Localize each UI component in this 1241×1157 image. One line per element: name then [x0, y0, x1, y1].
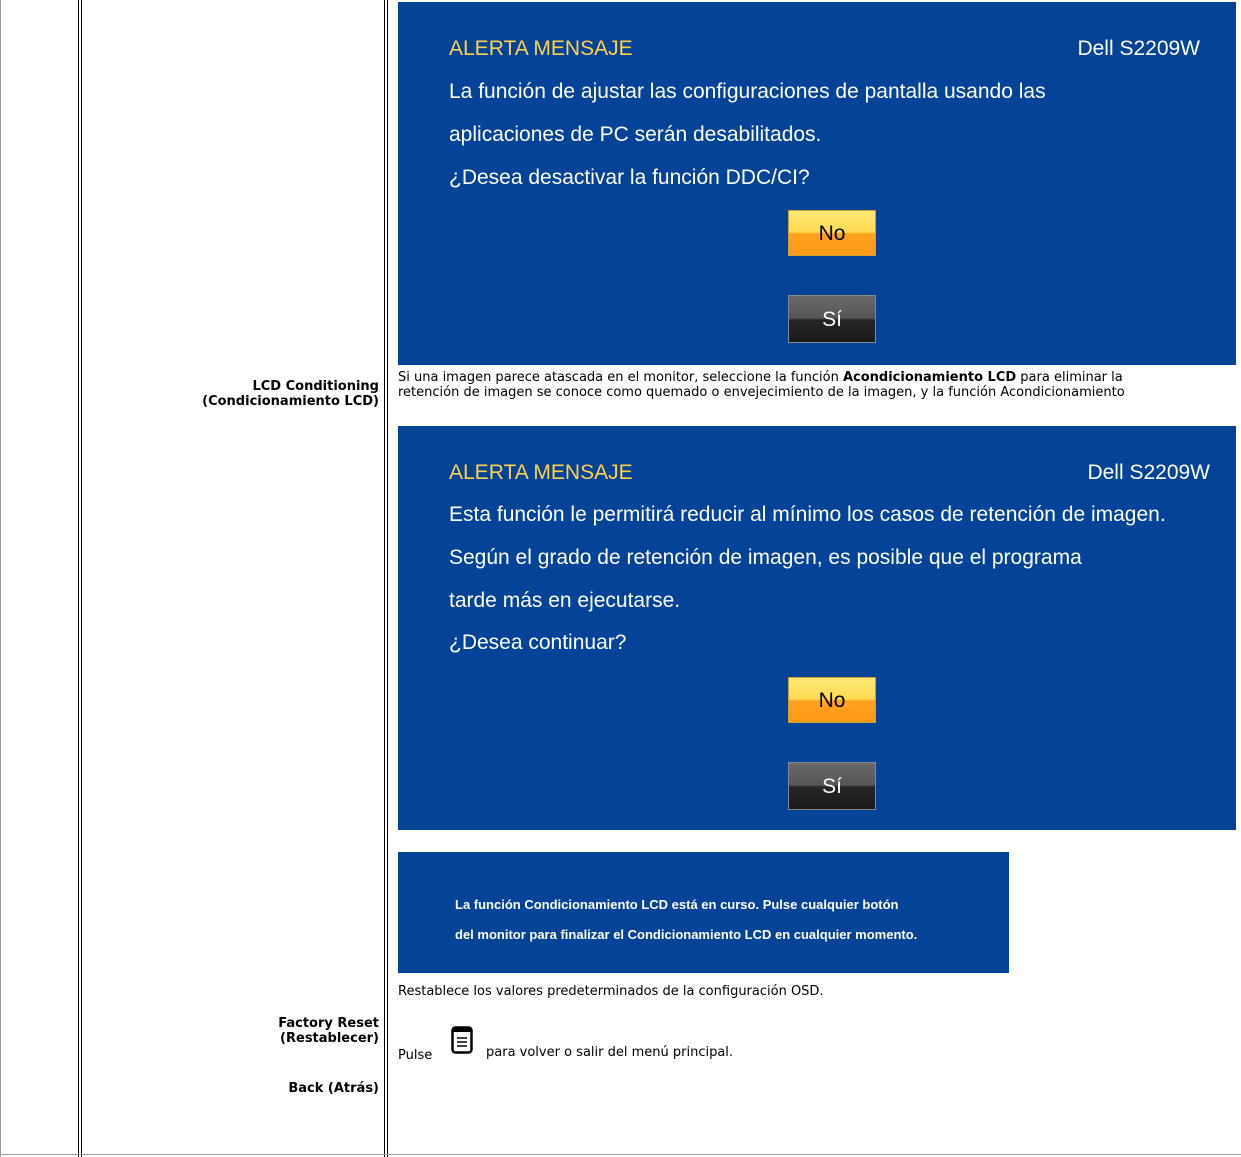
- osd-lcd-model: Dell S2209W: [1087, 461, 1210, 484]
- row-label-factory-reset-es: (Restablecer): [280, 1031, 379, 1046]
- osd-lcd-yes-button[interactable]: Sí: [788, 762, 876, 810]
- row-label-factory-reset-en: Factory Reset: [278, 1016, 379, 1031]
- menu-icon: [451, 1026, 473, 1054]
- osd-lcd-message-line-3: tarde más en ejecutarse.: [449, 589, 681, 612]
- osd-ddc-alert-panel: ALERTA MENSAJE Dell S2209W La función de…: [398, 2, 1236, 365]
- row-label-lcd-conditioning-en: LCD Conditioning: [252, 379, 379, 394]
- osd-progress-line-2: del monitor para finalizar el Condiciona…: [455, 927, 918, 942]
- factory-reset-description: Restablece los valores predeterminados d…: [398, 984, 824, 999]
- table-column-divider-2a: [384, 0, 385, 1157]
- table-left-border: [0, 0, 1, 1157]
- table-column-divider-1a: [78, 0, 79, 1157]
- osd-lcd-message-line-1: Esta función le permitirá reducir al mín…: [449, 503, 1166, 526]
- lcd-conditioning-description-line-1: Si una imagen parece atascada en el moni…: [398, 370, 1236, 385]
- osd-lcd-message-line-4: ¿Desea continuar?: [449, 631, 627, 654]
- osd-lcd-title: ALERTA MENSAJE: [449, 461, 633, 484]
- back-description-post: para volver o salir del menú principal.: [486, 1045, 734, 1060]
- lcd-conditioning-description-line-2: retención de imagen se conoce como quema…: [398, 385, 1125, 400]
- row-label-lcd-conditioning: LCD Conditioning (Condicionamiento LCD): [202, 379, 379, 409]
- osd-ddc-model: Dell S2209W: [1077, 37, 1200, 60]
- row-label-back: Back (Atrás): [288, 1081, 379, 1096]
- table-column-divider-2b: [387, 0, 388, 1157]
- back-description-pre: Pulse: [398, 1048, 433, 1063]
- desc-post: para eliminar la: [1016, 370, 1123, 385]
- osd-ddc-yes-button[interactable]: Sí: [788, 295, 876, 343]
- osd-lcd-no-button[interactable]: No: [788, 677, 876, 723]
- row-label-lcd-conditioning-es: (Condicionamiento LCD): [202, 394, 379, 409]
- lcd-conditioning-description: Si una imagen parece atascada en el moni…: [398, 370, 1236, 400]
- osd-progress-line-1: La función Condicionamiento LCD está en …: [455, 897, 899, 912]
- osd-ddc-message-line-3: ¿Desea desactivar la función DDC/CI?: [449, 166, 810, 189]
- osd-ddc-title: ALERTA MENSAJE: [449, 37, 633, 60]
- osd-lcd-alert-panel: ALERTA MENSAJE Dell S2209W Esta función …: [398, 426, 1236, 830]
- osd-ddc-message-line-2: aplicaciones de PC serán desabilitados.: [449, 123, 822, 146]
- osd-ddc-no-button[interactable]: No: [788, 210, 876, 256]
- osd-ddc-message-line-1: La función de ajustar las configuracione…: [449, 80, 1046, 103]
- osd-lcd-message-line-2: Según el grado de retención de imagen, e…: [449, 546, 1082, 569]
- table-column-divider-1b: [81, 0, 82, 1157]
- desc-bold: Acondicionamiento LCD: [842, 370, 1017, 385]
- desc-pre: Si una imagen parece atascada en el moni…: [398, 370, 843, 385]
- table-bottom-border: [0, 1154, 1241, 1155]
- row-label-factory-reset: Factory Reset (Restablecer): [278, 1016, 379, 1046]
- osd-lcd-progress-panel: La función Condicionamiento LCD está en …: [398, 852, 1009, 973]
